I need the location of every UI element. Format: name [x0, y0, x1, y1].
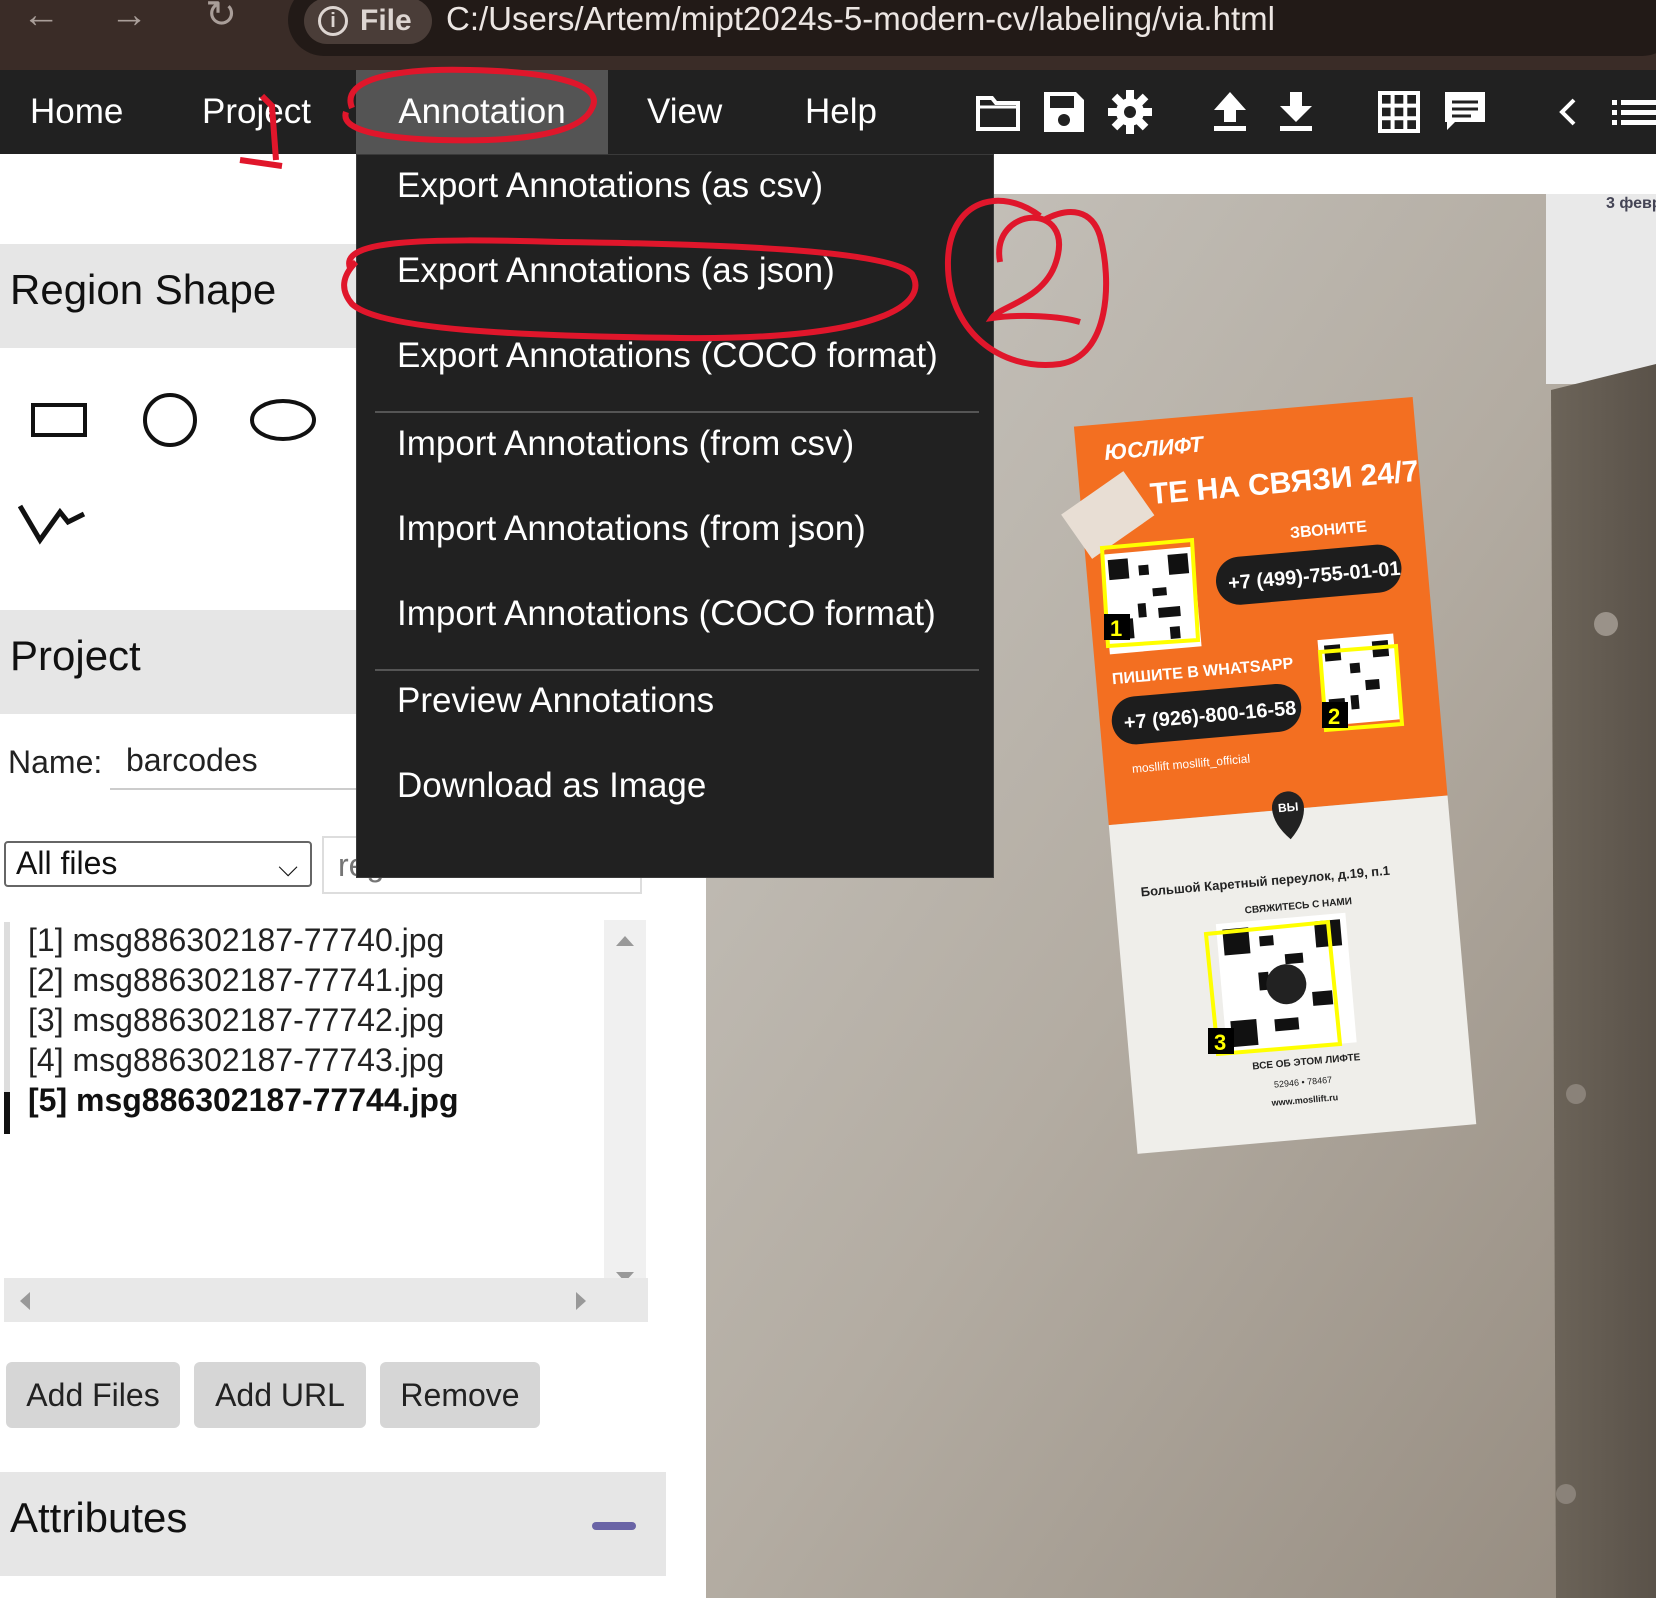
- attributes-header[interactable]: Attributes: [0, 1472, 666, 1576]
- collapse-icon[interactable]: [592, 1522, 636, 1530]
- url-text[interactable]: C:/Users/Artem/mipt2024s-5-modern-cv/lab…: [446, 0, 1275, 42]
- paper-note: [1546, 194, 1656, 384]
- menu-export-json[interactable]: Export Annotations (as json): [397, 226, 835, 316]
- upload-icon[interactable]: [1206, 88, 1254, 136]
- chevron-left-icon[interactable]: [1544, 88, 1592, 136]
- reload-icon[interactable]: ↻: [196, 0, 246, 34]
- top-menu-bar: Home Project Annotation View Help: [0, 70, 1656, 154]
- site-info-chip[interactable]: i File: [304, 0, 432, 44]
- project-title: Project: [10, 632, 141, 679]
- file-filter-select[interactable]: All files ⌵: [4, 841, 312, 887]
- region-label-3: 3: [1214, 1030, 1226, 1055]
- file-filter-value: All files: [16, 845, 118, 881]
- menu-home[interactable]: Home: [0, 70, 153, 154]
- ellipse-shape-icon[interactable]: [248, 398, 318, 442]
- back-arrow-icon[interactable]: ←: [16, 0, 66, 34]
- file-list-item[interactable]: [3] msg886302187-77742.jpg: [28, 1002, 444, 1039]
- menu-import-json[interactable]: Import Annotations (from json): [397, 484, 866, 574]
- file-list-item[interactable]: [1] msg886302187-77740.jpg: [28, 922, 444, 959]
- settings-gear-icon[interactable]: [1106, 88, 1154, 136]
- add-url-button[interactable]: Add URL: [194, 1362, 366, 1428]
- file-chip-label: File: [360, 4, 412, 37]
- menu-export-csv[interactable]: Export Annotations (as csv): [397, 141, 823, 231]
- menu-download-image[interactable]: Download as Image: [397, 741, 706, 831]
- menu-export-coco[interactable]: Export Annotations (COCO format): [397, 311, 938, 401]
- file-list-vertical-scrollbar[interactable]: [604, 920, 646, 1298]
- scroll-right-icon[interactable]: [574, 1290, 588, 1312]
- info-icon: i: [318, 6, 348, 36]
- address-bar[interactable]: i File C:/Users/Artem/mipt2024s-5-modern…: [288, 0, 1656, 56]
- circle-shape-icon[interactable]: [140, 390, 200, 450]
- file-list-border: [4, 922, 10, 1092]
- file-list-horizontal-scrollbar[interactable]: [4, 1278, 648, 1322]
- forward-arrow-icon[interactable]: →: [104, 0, 154, 34]
- grid-view-icon[interactable]: [1375, 88, 1423, 136]
- menu-preview-annotations[interactable]: Preview Annotations: [397, 656, 714, 746]
- add-files-button[interactable]: Add Files: [6, 1362, 180, 1428]
- save-icon[interactable]: [1040, 88, 1088, 136]
- chevron-down-icon: ⌵: [278, 852, 298, 882]
- project-name-label: Name:: [8, 744, 103, 780]
- polyline-shape-icon[interactable]: [18, 500, 88, 546]
- comment-icon[interactable]: [1441, 88, 1489, 136]
- region-shape-title: Region Shape: [10, 266, 277, 313]
- remove-button[interactable]: Remove: [380, 1362, 540, 1428]
- file-list-item[interactable]: [2] msg886302187-77741.jpg: [28, 962, 444, 999]
- list-icon[interactable]: [1610, 88, 1656, 136]
- pin-label: ВЫ: [1277, 800, 1299, 816]
- rectangle-shape-icon[interactable]: [30, 400, 90, 440]
- scroll-up-icon[interactable]: [614, 934, 636, 948]
- scroll-left-icon[interactable]: [18, 1290, 32, 1312]
- file-list-item-active[interactable]: [5] msg886302187-77744.jpg: [28, 1082, 458, 1119]
- browser-toolbar: ← → ↻ i File C:/Users/Artem/mipt2024s-5-…: [0, 0, 1656, 70]
- metal-panel: [1551, 364, 1656, 1598]
- active-file-marker: [4, 1092, 10, 1134]
- attributes-title: Attributes: [10, 1494, 188, 1541]
- corner-text: 3 февр: [1606, 195, 1656, 212]
- file-list-item[interactable]: [4] msg886302187-77743.jpg: [28, 1042, 444, 1079]
- menu-project[interactable]: Project: [172, 70, 341, 154]
- region-label-1: 1: [1110, 616, 1122, 641]
- menu-import-coco[interactable]: Import Annotations (COCO format): [397, 569, 936, 659]
- annotation-dropdown-menu: Export Annotations (as csv) Export Annot…: [356, 154, 994, 878]
- menu-import-csv[interactable]: Import Annotations (from csv): [397, 399, 854, 489]
- open-folder-icon[interactable]: [974, 88, 1022, 136]
- download-icon[interactable]: [1272, 88, 1320, 136]
- region-label-2: 2: [1328, 704, 1340, 729]
